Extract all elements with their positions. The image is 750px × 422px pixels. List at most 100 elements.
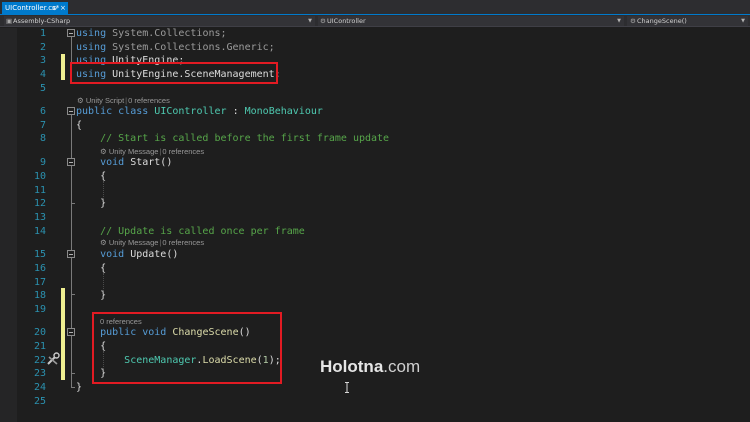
code-token: System.Collections; [106,28,227,39]
code-line[interactable]: } [76,290,106,302]
code-token: } [76,290,107,301]
line-number: 9 [39,157,46,168]
outline-end [71,373,75,374]
line-number: 13 [33,212,46,223]
codelens-start[interactable]: ⚙ Unity Message|0 references [100,147,204,156]
line-number: 19 [33,304,46,315]
change-marker [61,54,65,80]
navigation-bar: ▣Assembly-CSharp ▼ ⚙UIController ▼ ⚙Chan… [0,15,750,27]
document-tab-strip: UIController.cs* ⊕ × [0,0,750,15]
line-number: 2 [39,42,46,53]
outline-end [71,203,75,204]
line-number: 6 [39,106,46,117]
code-line[interactable]: { [76,263,106,275]
screwdriver-wrench-icon[interactable] [46,352,60,366]
code-line[interactable]: public class UIController : MonoBehaviou… [76,106,323,118]
code-line[interactable]: using System.Collections.Generic; [76,42,275,54]
line-number: 15 [33,249,46,260]
watermark: Holotna.com [320,357,421,376]
code-token: void [100,249,125,260]
code-token: System.Collections.Generic; [106,42,275,53]
class-label: UIController [327,17,366,25]
project-dropdown[interactable]: ▣Assembly-CSharp ▼ [4,16,315,26]
code-line[interactable]: // Update is called once per frame [76,226,305,238]
project-icon: ▣ [6,17,13,25]
indent-guide [103,273,104,291]
code-token: : [226,106,245,117]
class-dropdown[interactable]: ⚙UIController ▼ [318,16,624,26]
collapse-icon[interactable] [67,107,75,115]
code-line[interactable]: // Start is called before the first fram… [76,133,389,145]
line-number: 4 [39,69,46,80]
codelens-update[interactable]: ⚙ Unity Message|0 references [100,238,204,247]
indent-guide [103,181,104,199]
code-token: } [76,198,107,209]
code-token: Update() [124,249,179,260]
code-line[interactable]: void Start() [76,157,172,169]
codelens-class[interactable]: ⚙ Unity Script|0 references [77,96,170,105]
line-number: 14 [33,226,46,237]
code-token: } [76,382,83,393]
class-icon: ⚙ [320,17,326,25]
code-token: Start() [124,157,173,168]
code-token: // Update is called once per frame [76,226,305,237]
editor-margin [0,28,17,422]
line-number: 24 [33,382,46,393]
line-number: 1 [39,28,46,39]
unity-icon: ⚙ [100,147,107,156]
project-label: Assembly-CSharp [13,17,71,25]
code-line[interactable]: using System.Collections; [76,28,227,40]
line-number: 11 [33,185,46,196]
unity-icon: ⚙ [77,96,84,105]
code-token: // Start is called before the first fram… [76,133,390,144]
code-line[interactable]: } [76,382,82,394]
outline-end [71,387,75,388]
chevron-down-icon: ▼ [308,18,312,24]
chevron-down-icon: ▼ [741,18,745,24]
code-token: { [76,120,83,131]
member-dropdown[interactable]: ⚙ChangeScene() ▼ [627,16,748,26]
close-icon[interactable]: × [60,2,66,15]
line-number: 23 [33,368,46,379]
line-number: 12 [33,198,46,209]
code-token: class [118,106,149,117]
method-icon: ⚙ [630,17,636,25]
code-token: using [76,42,107,53]
line-number: 17 [33,277,46,288]
member-label: ChangeScene() [637,17,687,25]
code-token: using [76,28,107,39]
pin-icon[interactable]: ⊕ [52,2,57,15]
unity-icon: ⚙ [100,238,107,247]
text-cursor-icon [345,382,349,393]
line-number: 5 [39,83,46,94]
collapse-icon[interactable] [67,29,75,37]
code-line[interactable]: { [76,171,106,183]
code-token: UIController [154,106,227,117]
line-number: 22 [33,355,46,366]
change-marker [61,288,65,380]
code-token: public [76,106,113,117]
line-number: 10 [33,171,46,182]
collapse-icon[interactable] [67,250,75,258]
code-line[interactable]: } [76,198,106,210]
line-number: 21 [33,341,46,352]
line-number: 3 [39,55,46,66]
line-number: 8 [39,133,46,144]
code-token: void [100,157,125,168]
highlight-changescene-method [92,312,282,384]
collapse-icon[interactable] [67,328,75,336]
code-token: { [76,171,107,182]
line-number: 18 [33,290,46,301]
tab-uicontroller[interactable]: UIController.cs* ⊕ × [2,2,68,15]
collapse-icon[interactable] [67,158,75,166]
code-token: { [76,263,107,274]
code-token: MonoBehaviour [244,106,323,117]
highlight-using-scenemanagement [70,62,278,84]
chevron-down-icon: ▼ [617,18,621,24]
outline-end [71,294,75,295]
line-number: 16 [33,263,46,274]
code-line[interactable]: void Update() [76,249,178,261]
line-number: 20 [33,327,46,338]
code-line[interactable]: { [76,120,82,132]
